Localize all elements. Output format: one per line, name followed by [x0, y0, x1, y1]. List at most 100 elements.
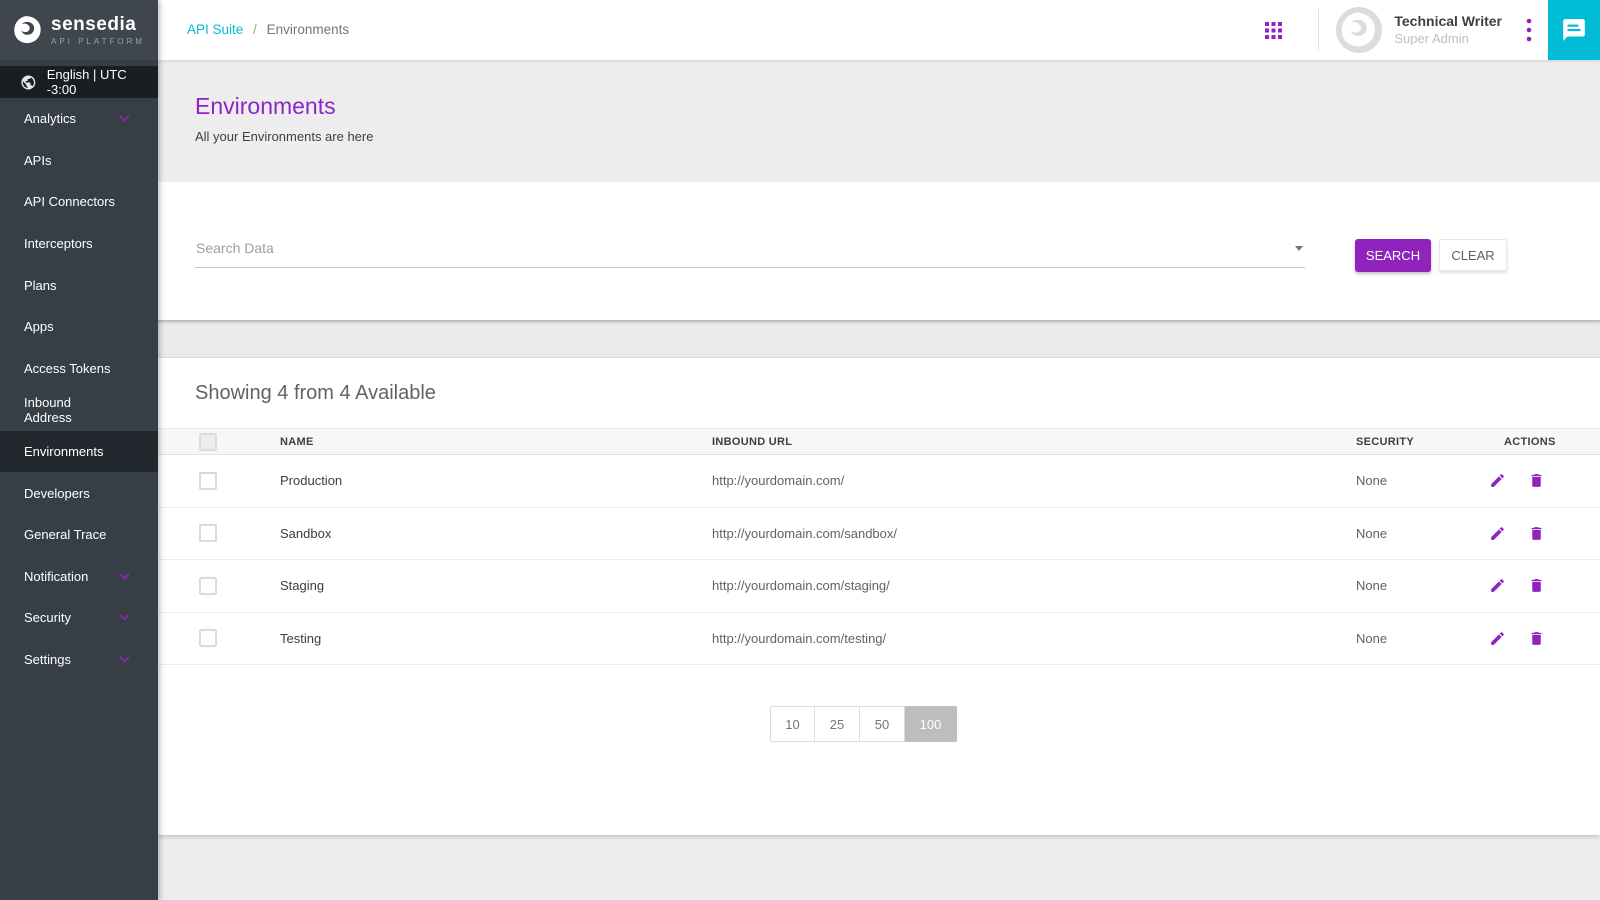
table-row: Testing http://yourdomain.com/testing/ N…: [158, 613, 1600, 666]
column-header-name: NAME: [280, 436, 712, 448]
pencil-icon: [1489, 472, 1506, 489]
chevron-down-icon: [117, 652, 132, 667]
delete-button[interactable]: [1528, 472, 1545, 489]
app-root: sensedia API PLATFORM English | UTC -3:0…: [0, 0, 1600, 900]
sidebar-item[interactable]: Apps: [0, 306, 158, 348]
sidebar-item[interactable]: Security: [0, 597, 158, 639]
row-checkbox[interactable]: [199, 577, 217, 595]
table-row: Sandbox http://yourdomain.com/sandbox/ N…: [158, 508, 1600, 561]
sidebar-item[interactable]: API Connectors: [0, 181, 158, 223]
search-dropdown-caret-icon[interactable]: [1295, 246, 1303, 251]
sidebar-item-label: Inbound Address: [24, 395, 118, 425]
edit-button[interactable]: [1489, 525, 1506, 542]
breadcrumb-current: Environments: [267, 22, 350, 37]
trash-icon: [1528, 525, 1545, 542]
user-menu-button[interactable]: [1526, 18, 1532, 42]
page-subtitle: All your Environments are here: [195, 129, 1600, 144]
topbar-right: Technical Writer Super Admin: [1265, 0, 1600, 60]
page-size-selector: 10 25 50 100: [770, 706, 957, 742]
user-name: Technical Writer: [1394, 13, 1502, 30]
trash-icon: [1528, 472, 1545, 489]
app-logo[interactable]: sensedia API PLATFORM: [0, 0, 158, 60]
sidebar-item-label: Access Tokens: [24, 361, 110, 376]
page-size-option[interactable]: 10: [770, 706, 815, 742]
sidebar-menu: Analytics APIs API Connectors: [0, 98, 158, 680]
sidebar-item-label: Notification: [24, 569, 88, 584]
breadcrumb: API Suite / Environments: [187, 22, 349, 37]
page-size-option[interactable]: 100: [905, 706, 957, 742]
sidebar-item[interactable]: Notification: [0, 556, 158, 598]
environments-table: NAME INBOUND URL SECURITY ACTIONS Produc…: [158, 428, 1600, 665]
brand-name: sensedia: [51, 15, 145, 35]
environment-inbound-url: http://yourdomain.com/testing/: [712, 631, 1356, 646]
page-size-option[interactable]: 50: [860, 706, 905, 742]
environment-security: None: [1356, 631, 1486, 646]
sidebar-item[interactable]: Interceptors: [0, 223, 158, 265]
delete-button[interactable]: [1528, 577, 1545, 594]
edit-button[interactable]: [1489, 630, 1506, 647]
sidebar-item[interactable]: General Trace: [0, 514, 158, 556]
avatar-logo-glyph: [1339, 10, 1379, 50]
main-content: Environments All your Environments are h…: [158, 60, 1600, 900]
pencil-icon: [1489, 630, 1506, 647]
topbar: API Suite / Environments: [158, 0, 1600, 60]
environment-name: Sandbox: [280, 526, 712, 541]
chevron-down-icon: [117, 111, 132, 126]
pencil-icon: [1489, 525, 1506, 542]
chevron-down-icon: [117, 569, 132, 584]
apps-grid-icon: [1265, 22, 1282, 39]
row-checkbox[interactable]: [199, 472, 217, 490]
environment-name: Testing: [280, 631, 712, 646]
sidebar-item[interactable]: Inbound Address: [0, 389, 158, 431]
search-panel: SEARCH CLEAR: [158, 182, 1600, 320]
delete-button[interactable]: [1528, 630, 1545, 647]
environment-security: None: [1356, 578, 1486, 593]
select-all-checkbox[interactable]: [199, 433, 217, 451]
column-header-security: SECURITY: [1356, 436, 1486, 448]
sidebar-item[interactable]: Analytics: [0, 98, 158, 140]
edit-button[interactable]: [1489, 577, 1506, 594]
globe-icon: [20, 74, 37, 91]
chat-button[interactable]: [1548, 0, 1600, 60]
search-input[interactable]: [195, 234, 1305, 268]
table-header-row: NAME INBOUND URL SECURITY ACTIONS: [158, 428, 1600, 455]
environment-inbound-url: http://yourdomain.com/staging/: [712, 578, 1356, 593]
results-summary: Showing 4 from 4 Available: [195, 382, 436, 405]
sidebar-item[interactable]: Plans: [0, 264, 158, 306]
results-panel: Showing 4 from 4 Available NAME INBOUND …: [158, 358, 1600, 835]
user-role: Super Admin: [1394, 30, 1502, 47]
search-button[interactable]: SEARCH: [1355, 239, 1431, 272]
sidebar-item[interactable]: Environments: [0, 431, 158, 473]
row-checkbox[interactable]: [199, 629, 217, 647]
sidebar-item-label: Settings: [24, 652, 71, 667]
sidebar-item-label: Environments: [24, 444, 103, 459]
trash-icon: [1528, 577, 1545, 594]
sidebar-item[interactable]: Access Tokens: [0, 348, 158, 390]
column-header-actions: ACTIONS: [1486, 436, 1600, 448]
user-avatar[interactable]: [1336, 7, 1382, 53]
kebab-icon: [1526, 18, 1532, 42]
delete-button[interactable]: [1528, 525, 1545, 542]
sidebar-item[interactable]: Developers: [0, 472, 158, 514]
clear-button[interactable]: CLEAR: [1439, 239, 1507, 271]
edit-button[interactable]: [1489, 472, 1506, 489]
row-checkbox[interactable]: [199, 524, 217, 542]
sidebar-item-label: Interceptors: [24, 236, 93, 251]
pencil-icon: [1489, 577, 1506, 594]
sidebar-item[interactable]: Settings: [0, 639, 158, 681]
section-divider-band: [158, 320, 1600, 358]
sidebar-item[interactable]: APIs: [0, 140, 158, 182]
sensedia-logo-icon: [12, 14, 44, 46]
page-size-option[interactable]: 25: [815, 706, 860, 742]
breadcrumb-link-api-suite[interactable]: API Suite: [187, 22, 243, 37]
locale-label: English | UTC -3:00: [47, 67, 158, 97]
apps-grid-button[interactable]: [1265, 22, 1282, 39]
breadcrumb-separator: /: [253, 22, 257, 37]
environment-inbound-url: http://yourdomain.com/: [712, 473, 1356, 488]
brand-tagline: API PLATFORM: [51, 37, 145, 46]
trash-icon: [1528, 630, 1545, 647]
sidebar-item-label: General Trace: [24, 527, 106, 542]
table-row: Production http://yourdomain.com/ None: [158, 455, 1600, 508]
chat-icon: [1561, 17, 1587, 43]
language-timezone-selector[interactable]: English | UTC -3:00: [0, 66, 158, 98]
